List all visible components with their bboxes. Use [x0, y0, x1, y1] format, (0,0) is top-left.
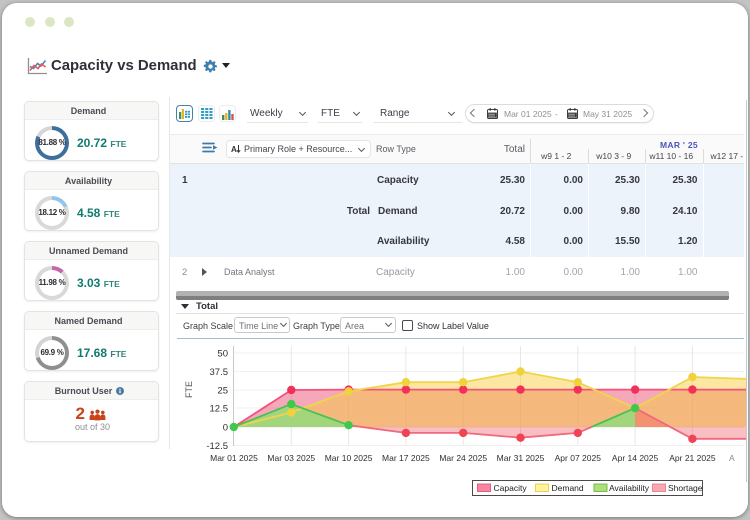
svg-text:50: 50	[217, 349, 228, 360]
svg-text:FTE: FTE	[184, 381, 194, 398]
svg-text:-12.5: -12.5	[206, 441, 228, 452]
svg-text:Shortage: Shortage	[668, 483, 703, 493]
svg-text:25: 25	[217, 386, 228, 397]
svg-text:37.5: 37.5	[210, 367, 229, 378]
svg-text:Mar 01 2025: Mar 01 2025	[210, 453, 258, 463]
svg-text:0: 0	[223, 423, 228, 434]
svg-text:Apr 07 2025: Apr 07 2025	[555, 453, 602, 463]
svg-text:Mar 31 2025: Mar 31 2025	[497, 453, 545, 463]
svg-text:Capacity: Capacity	[494, 483, 528, 493]
svg-text:Mar 17 2025: Mar 17 2025	[382, 453, 430, 463]
svg-text:Mar 24 2025: Mar 24 2025	[439, 453, 487, 463]
svg-text:Demand: Demand	[552, 483, 584, 493]
svg-text:Apr 14 2025: Apr 14 2025	[612, 453, 659, 463]
svg-text:12.5: 12.5	[210, 404, 229, 415]
svg-text:Apr 21 2025: Apr 21 2025	[669, 453, 716, 463]
svg-text:Availability: Availability	[609, 483, 650, 493]
svg-text:Mar 10 2025: Mar 10 2025	[325, 453, 373, 463]
svg-text:A: A	[231, 145, 237, 154]
svg-text:A: A	[729, 453, 735, 463]
svg-text:Mar 03 2025: Mar 03 2025	[267, 453, 315, 463]
